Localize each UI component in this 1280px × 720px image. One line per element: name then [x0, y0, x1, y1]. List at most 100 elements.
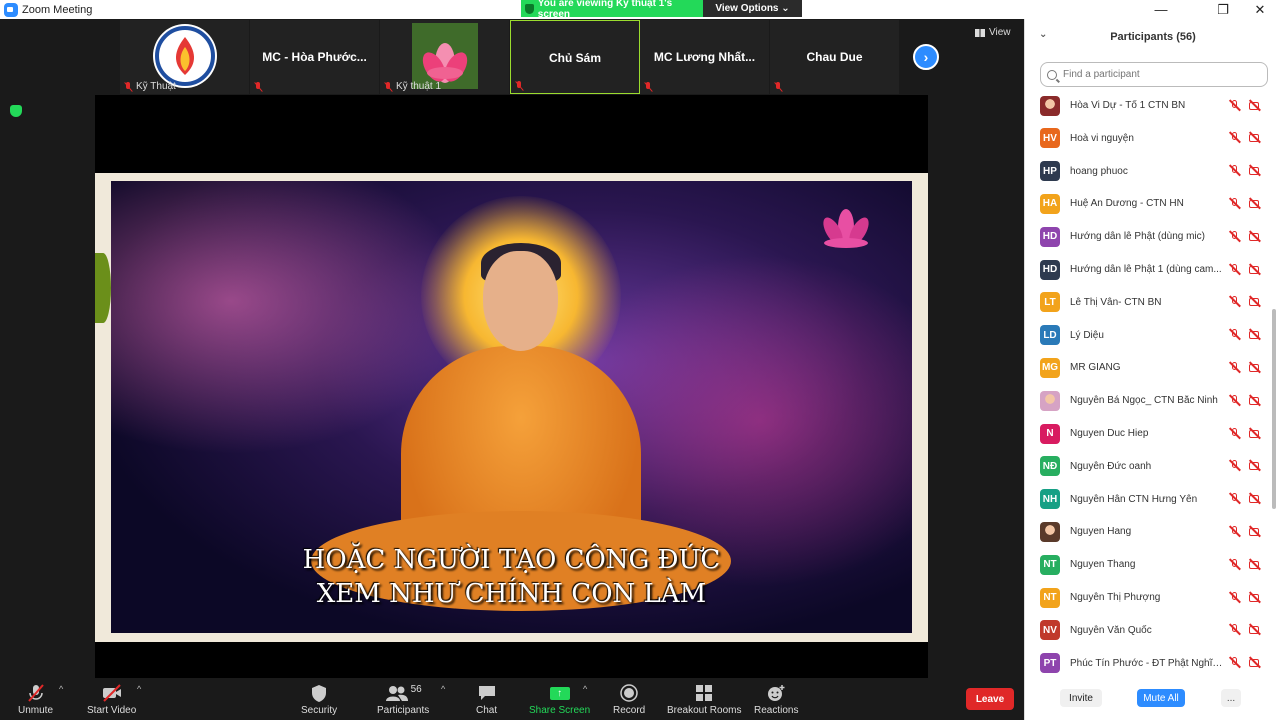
mic-muted-icon[interactable] [1228, 230, 1242, 243]
encryption-shield-icon[interactable] [10, 105, 22, 117]
participant-row[interactable]: Nguyen Hang [1025, 515, 1280, 548]
mic-muted-icon[interactable] [1228, 329, 1242, 341]
mic-muted-icon[interactable] [1228, 591, 1242, 604]
mic-muted-icon[interactable] [1228, 165, 1242, 177]
meeting-toolbar: Unmute ^ Start Video ^ Security 56 Parti… [0, 678, 1024, 720]
participant-search[interactable] [1040, 62, 1268, 87]
participant-row[interactable]: NV Nguyễn Văn Quốc [1025, 614, 1280, 647]
mic-muted-icon[interactable] [1228, 558, 1242, 571]
camera-off-icon[interactable] [1248, 460, 1262, 472]
grid-icon [975, 28, 985, 37]
participant-name: Nguyễn Đức oanh [1070, 460, 1152, 472]
video-tile[interactable]: Kỹ Thuật [120, 20, 250, 94]
mic-muted-icon[interactable] [1228, 657, 1242, 669]
participant-row[interactable]: N Nguyen Duc Hiep [1025, 417, 1280, 450]
record-button[interactable]: Record [613, 682, 645, 716]
view-button[interactable]: View [975, 27, 1011, 38]
camera-off-icon[interactable] [1248, 100, 1262, 112]
camera-off-icon[interactable] [1248, 329, 1262, 341]
reactions-button[interactable]: Reactions [754, 682, 798, 716]
participant-row[interactable]: MG MR GIANG [1025, 351, 1280, 384]
camera-off-icon[interactable] [1248, 165, 1262, 177]
camera-off-icon[interactable] [1248, 624, 1262, 636]
view-options-button[interactable]: View Options ⌄ [703, 0, 802, 17]
camera-off-icon[interactable] [1248, 428, 1262, 440]
camera-off-icon[interactable] [1248, 395, 1262, 407]
video-tile-active-speaker[interactable]: Chủ Sám [510, 20, 640, 94]
camera-off-icon[interactable] [1248, 264, 1262, 276]
participant-row[interactable]: LD Lý Diệu [1025, 319, 1280, 352]
participant-list: Hòa Vi Dự - Tổ 1 CTN BN HV Hoà vi nguyện HP… [1025, 89, 1280, 679]
video-tile[interactable]: Chau Due [770, 20, 900, 94]
participant-list-scrollbar[interactable] [1272, 309, 1276, 509]
participant-row[interactable]: PT Phúc Tín Phước - ĐT Phật Nghĩa... [1025, 647, 1280, 679]
participant-name: Huệ An Dương - CTN HN [1070, 198, 1184, 210]
minimize-button[interactable]: — [1146, 0, 1176, 19]
participant-row[interactable]: HA Huệ An Dương - CTN HN [1025, 187, 1280, 220]
mic-muted-icon[interactable] [1228, 460, 1242, 472]
participant-photo [1040, 390, 1060, 411]
participant-row[interactable]: NH Nguyễn Hân CTN Hưng Yên [1025, 483, 1280, 516]
camera-off-icon[interactable] [1248, 231, 1262, 243]
mic-muted-icon[interactable] [1228, 197, 1242, 210]
mic-muted-icon[interactable] [1228, 394, 1242, 407]
audio-options-caret[interactable]: ^ [59, 684, 63, 694]
participant-row[interactable]: NĐ Nguyễn Đức oanh [1025, 450, 1280, 483]
camera-off-icon[interactable] [1248, 198, 1262, 210]
participant-row[interactable]: HP hoang phuoc [1025, 155, 1280, 188]
mic-muted-icon[interactable] [1228, 263, 1242, 276]
participant-row[interactable]: HD Hướng dẫn lễ Phật 1 (dùng cam... [1025, 253, 1280, 286]
leave-button[interactable]: Leave [966, 688, 1014, 710]
participant-name: hoang phuoc [1070, 165, 1128, 177]
share-screen-button[interactable]: ↑ Share Screen [529, 682, 590, 716]
chat-button[interactable]: Chat [476, 682, 497, 716]
unmute-button[interactable]: Unmute [18, 682, 53, 716]
participant-row[interactable]: HD Hướng dẫn lễ Phật (dùng mic) [1025, 220, 1280, 253]
participant-search-input[interactable] [1063, 69, 1253, 80]
breakout-rooms-button[interactable]: Breakout Rooms [667, 682, 741, 716]
participants-options-caret[interactable]: ^ [441, 684, 445, 694]
collapse-chevron-icon[interactable]: ⌄ [1039, 29, 1047, 40]
camera-off-icon[interactable] [1248, 132, 1262, 144]
share-options-caret[interactable]: ^ [583, 684, 587, 694]
mute-all-button[interactable]: Mute All [1137, 689, 1185, 707]
video-options-caret[interactable]: ^ [137, 684, 141, 694]
start-video-button[interactable]: Start Video [87, 682, 136, 716]
participant-avatar: LD [1040, 325, 1060, 346]
mic-muted-icon[interactable] [1228, 624, 1242, 636]
participant-row[interactable]: NT Nguyễn Thị Phượng [1025, 581, 1280, 614]
camera-off-icon[interactable] [1248, 657, 1262, 669]
mic-muted-icon[interactable] [1228, 361, 1242, 374]
participant-row[interactable]: NT Nguyen Thang [1025, 548, 1280, 581]
mic-muted-icon[interactable] [1228, 525, 1242, 538]
camera-off-icon[interactable] [1248, 559, 1262, 571]
participant-row[interactable]: Nguyễn Bá Ngọc_ CTN Bắc Ninh [1025, 384, 1280, 417]
camera-off-icon[interactable] [1248, 592, 1262, 604]
smiley-icon [768, 685, 785, 701]
mic-muted-icon[interactable] [1228, 296, 1242, 308]
close-button[interactable]: ✕ [1245, 0, 1275, 19]
maximize-button[interactable]: ❐ [1208, 0, 1238, 19]
tile-label: Kỹ thuật 1 [384, 81, 441, 92]
security-button[interactable]: Security [301, 682, 337, 716]
participant-row[interactable]: HV Hoà vi nguyện [1025, 122, 1280, 155]
mic-muted-icon[interactable] [1228, 427, 1242, 440]
video-tile[interactable]: Kỹ thuật 1 [380, 20, 510, 94]
participant-row[interactable]: Hòa Vi Dự - Tổ 1 CTN BN [1025, 89, 1280, 122]
participant-row[interactable]: LT Lê Thị Vân- CTN BN [1025, 286, 1280, 319]
participant-avatar: LT [1040, 292, 1060, 313]
invite-button[interactable]: Invite [1060, 689, 1102, 707]
mic-muted-icon[interactable] [1228, 99, 1242, 112]
next-page-button[interactable]: › [913, 44, 939, 70]
more-options-button[interactable]: ... [1221, 689, 1241, 707]
mic-muted-icon[interactable] [1228, 493, 1242, 505]
mic-muted-icon[interactable] [1228, 132, 1242, 144]
camera-off-icon[interactable] [1248, 296, 1262, 308]
participants-button[interactable]: 56 Participants [377, 682, 429, 717]
video-tile[interactable]: MC - Hòa Phước... [250, 20, 380, 94]
camera-off-icon[interactable] [1248, 362, 1262, 374]
camera-off-icon[interactable] [1248, 493, 1262, 505]
participant-name: Hướng dẫn lễ Phật 1 (dùng cam... [1070, 264, 1222, 275]
camera-off-icon[interactable] [1248, 526, 1262, 538]
video-tile[interactable]: MC Lương Nhất... [640, 20, 770, 94]
